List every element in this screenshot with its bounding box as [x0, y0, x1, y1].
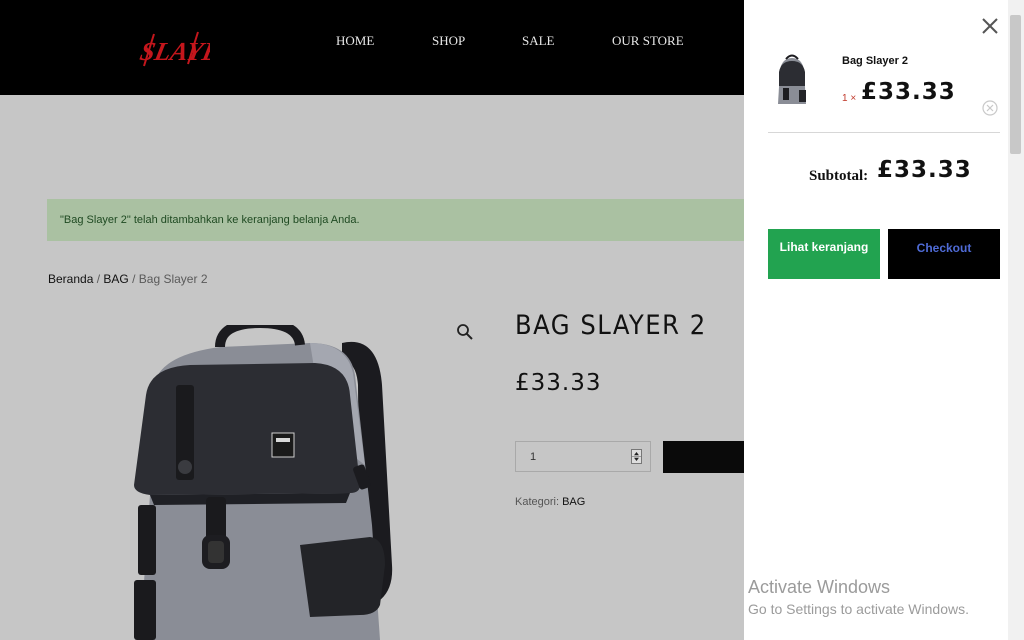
breadcrumb: Beranda / BAG / Bag Slayer 2 [48, 272, 208, 286]
cart-item-thumbnail[interactable] [772, 52, 812, 108]
product-price: £33.33 [515, 370, 602, 396]
nav-sale[interactable]: SALE [522, 33, 555, 49]
magnifier-icon[interactable] [456, 323, 474, 341]
quantity-value: 1 [530, 451, 537, 463]
breadcrumb-separator: / [132, 272, 136, 286]
activate-windows-subtitle: Go to Settings to activate Windows. [748, 601, 969, 617]
divider [768, 132, 1000, 133]
breadcrumb-separator: / [96, 272, 101, 286]
nav-home[interactable]: HOME [336, 33, 374, 49]
quantity-input[interactable]: 1 [515, 441, 651, 472]
product-title: BAG SLAYER 2 [515, 310, 707, 341]
product-page: "Bag Slayer 2" telah ditambahkan ke kera… [0, 95, 767, 640]
notice-text: "Bag Slayer 2" telah ditambahkan ke kera… [60, 214, 360, 226]
nav-shop[interactable]: SHOP [432, 33, 465, 49]
activate-windows-title: Activate Windows [748, 577, 891, 597]
side-cart-panel: Bag Slayer 2 1 × £33.33 Subtotal: £33.33… [744, 0, 1024, 640]
added-to-cart-notice: "Bag Slayer 2" telah ditambahkan ke kera… [47, 199, 767, 241]
add-to-cart-button[interactable] [663, 441, 753, 473]
scrollbar-thumb[interactable] [1010, 15, 1021, 154]
breadcrumb-home[interactable]: Beranda [48, 272, 93, 286]
remove-item-icon[interactable] [982, 100, 998, 116]
category-label: Kategori: [515, 496, 560, 508]
product-image[interactable] [110, 325, 440, 640]
cart-item-price: £33.33 [861, 79, 956, 105]
product-category: Kategori: BAG [515, 496, 585, 508]
cart-item-name[interactable]: Bag Slayer 2 [842, 55, 908, 67]
quantity-stepper[interactable] [631, 449, 642, 464]
category-link[interactable]: BAG [562, 496, 585, 508]
breadcrumb-category[interactable]: BAG [103, 272, 128, 286]
slayer-logo[interactable]: SLAYER [138, 26, 210, 70]
cart-item-quantity: 1 × [842, 93, 857, 104]
view-cart-button[interactable]: Lihat keranjang [768, 229, 880, 279]
nav-our-store[interactable]: OUR STORE [612, 33, 684, 49]
checkout-button[interactable]: Checkout [888, 229, 1000, 279]
breadcrumb-current: Bag Slayer 2 [138, 272, 208, 286]
subtotal-label: Subtotal: [809, 168, 869, 184]
subtotal-value: £33.33 [877, 157, 972, 183]
close-icon[interactable] [980, 16, 1000, 36]
